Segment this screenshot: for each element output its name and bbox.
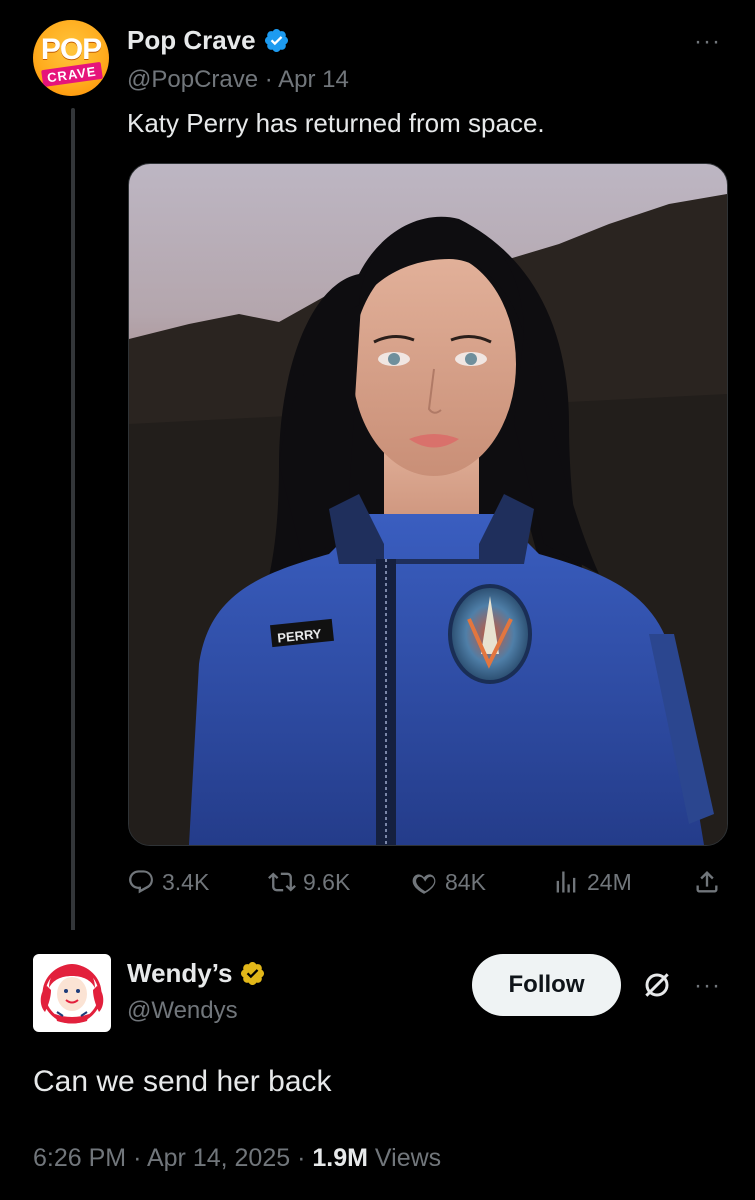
repost-button[interactable]: 9.6K	[268, 868, 350, 896]
action-bar: 3.4K 9.6K 84K 24M	[127, 868, 727, 908]
avatar-wendys[interactable]	[33, 954, 111, 1032]
handle[interactable]: @PopCrave	[127, 66, 258, 93]
tweet-photo[interactable]: PERRY	[128, 163, 728, 846]
like-button[interactable]: 84K	[410, 868, 486, 896]
author-row: Pop Crave	[127, 25, 290, 56]
post-date[interactable]: Apr 14	[278, 66, 349, 93]
views-icon	[556, 871, 576, 893]
repost-count: 9.6K	[303, 868, 351, 895]
reply-button[interactable]: 3.4K	[127, 868, 209, 896]
views-button[interactable]: 24M	[552, 868, 632, 896]
reply-icon	[129, 870, 153, 894]
reply-text: Can we send her back	[33, 1065, 332, 1098]
more-icon[interactable]: ···	[694, 28, 721, 56]
tweet-wendys[interactable]: Wendy’s @Wendys Follow ··· Can we send h…	[0, 930, 755, 1200]
follow-button[interactable]: Follow	[472, 954, 621, 1016]
verified-badge-icon[interactable]	[263, 27, 290, 54]
tweet-popcrave[interactable]: POP CRAVE Pop Crave @PopCrave · Apr 14 ·…	[0, 0, 755, 942]
thread-line	[71, 108, 75, 942]
like-count: 84K	[445, 868, 486, 895]
separator: ·	[297, 1144, 313, 1172]
views-count: 24M	[587, 868, 632, 895]
repost-icon	[268, 872, 296, 892]
photo-illustration: PERRY	[129, 194, 727, 845]
views-label: Views	[374, 1144, 442, 1172]
post-meta: 6:26 PM · Apr 14, 2025 · 1.9M Views	[33, 1144, 441, 1173]
share-button[interactable]	[693, 868, 721, 896]
verified-badge-icon[interactable]	[239, 960, 266, 987]
author-row: Wendy’s	[127, 958, 266, 989]
display-name[interactable]: Pop Crave	[127, 25, 256, 56]
separator: ·	[264, 66, 273, 93]
share-icon	[696, 871, 718, 893]
grok-icon[interactable]	[641, 969, 673, 1001]
handle-date: @PopCrave · Apr 14	[127, 66, 349, 94]
display-name[interactable]: Wendy’s	[127, 958, 232, 989]
more-icon[interactable]: ···	[694, 972, 721, 1000]
handle[interactable]: @Wendys	[127, 997, 238, 1025]
views-count: 1.9M	[312, 1144, 368, 1172]
like-icon	[412, 874, 436, 894]
wendys-logo-icon	[40, 964, 104, 1024]
post-time[interactable]: 6:26 PM	[33, 1144, 126, 1172]
post-date[interactable]: Apr 14, 2025	[147, 1144, 290, 1172]
tweet-text: Katy Perry has returned from space.	[127, 108, 545, 138]
avatar-popcrave[interactable]: POP CRAVE	[33, 20, 109, 96]
separator: ·	[133, 1144, 147, 1172]
reply-count: 3.4K	[162, 868, 210, 895]
